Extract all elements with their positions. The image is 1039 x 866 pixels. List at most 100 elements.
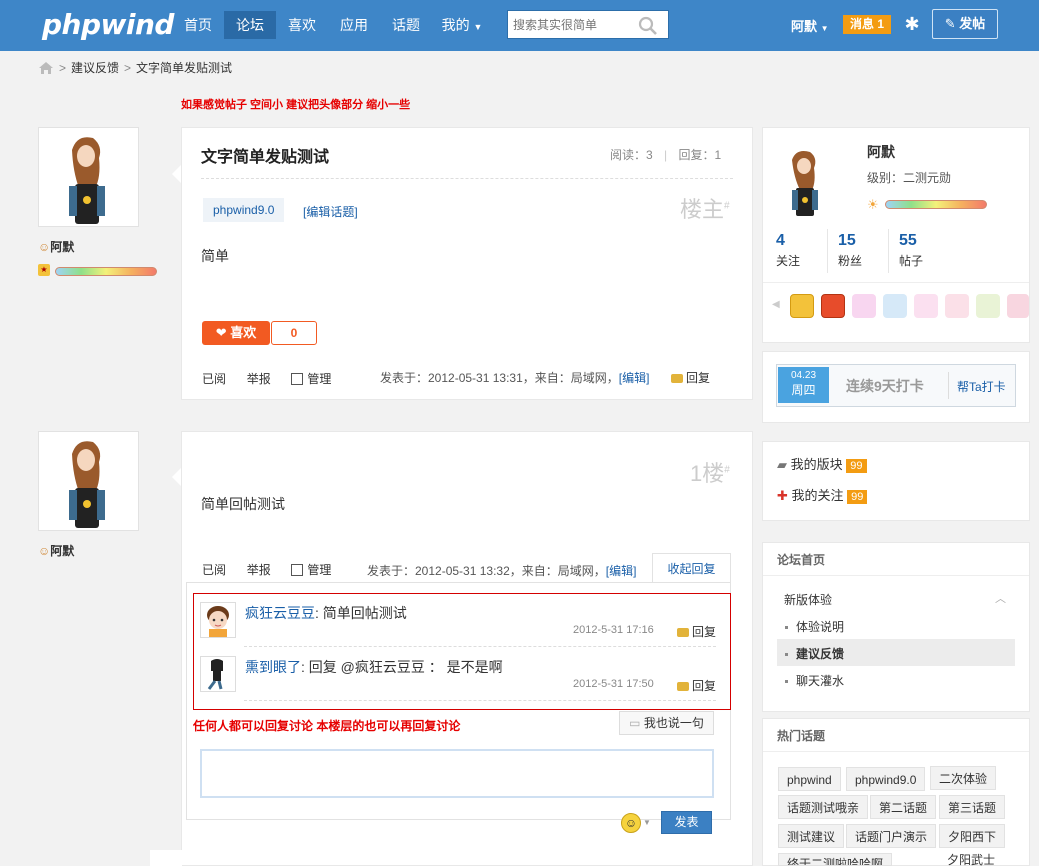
hot-topic-tag[interactable]: phpwind9.0 [846, 767, 926, 791]
comment-2: 熏到眼了: 回复 @疯狂云豆豆 ： 是不是啊 [245, 659, 503, 675]
checkin-divider [948, 372, 949, 399]
author-avatar-2[interactable] [38, 431, 139, 531]
medal-crown-icon[interactable] [914, 294, 938, 318]
notice-top: 如果感觉帖子 空间小 建议把头像部分 缩小一些 [181, 99, 411, 111]
post-content-2: 简单回帖测试 [201, 496, 285, 512]
nav-forum[interactable]: 论坛 [224, 11, 276, 39]
avatar-illustration [69, 441, 105, 528]
my-follows-label: 我的关注 [791, 488, 844, 503]
like-count: 0 [271, 321, 317, 345]
nav-likes[interactable]: 喜欢 [276, 11, 328, 39]
comment-avatar[interactable] [200, 602, 236, 638]
author-name-2[interactable]: ☺阿默 [38, 542, 74, 559]
author-avatar[interactable] [38, 127, 139, 227]
hot-topic-tag[interactable]: 话题门户演示 [846, 824, 937, 848]
comment-avatar[interactable] [200, 656, 236, 692]
nav-home[interactable]: 首页 [172, 11, 224, 39]
profile-avatar[interactable] [776, 146, 836, 218]
collapse-replies-tab[interactable]: 收起回复 [652, 553, 731, 583]
forum-item-intro[interactable]: 体验说明 [785, 618, 844, 635]
medal-smile-icon[interactable] [976, 294, 1000, 318]
checkin-weekday: 周四 [791, 383, 816, 397]
nav-topics[interactable]: 话题 [380, 11, 432, 39]
submit-reply-button[interactable]: 发表 [661, 811, 712, 834]
chevron-down-icon: ▼ [473, 22, 483, 32]
stat-fans[interactable]: 15 粉丝 [838, 232, 862, 269]
comment-user[interactable]: 疯狂云豆豆 [245, 605, 315, 621]
chevron-left-icon[interactable]: ◀ [772, 299, 780, 310]
forum-nav-title[interactable]: 论坛首页 [777, 551, 825, 568]
profile-name[interactable]: 阿默 [867, 142, 895, 162]
my-boards-link[interactable]: ▰ 我的版块 99 [777, 454, 867, 473]
medal-gift-icon[interactable] [1007, 294, 1029, 318]
search-icon[interactable] [638, 16, 658, 36]
level-icon: ★ [38, 264, 50, 276]
chevron-up-icon[interactable]: ︿ [995, 590, 1006, 606]
hot-topic-tag[interactable]: phpwind [778, 767, 841, 791]
manage-checkbox[interactable] [291, 373, 304, 385]
comment-reply-button[interactable]: 回复 [677, 623, 716, 640]
new-post-button[interactable]: ✎ 发帖 [932, 9, 998, 39]
site-logo[interactable]: phpwind [42, 8, 174, 41]
report-button[interactable]: 举报 [247, 563, 271, 577]
search-input[interactable] [513, 16, 633, 34]
hot-topic-tag[interactable]: 夕阳武士 [947, 851, 995, 866]
like-button[interactable]: ❤ 喜欢 [202, 321, 270, 345]
emoji-icon[interactable]: ☺ [621, 813, 641, 833]
reply-textarea[interactable] [200, 749, 714, 798]
comment-user[interactable]: 熏到眼了 [245, 659, 301, 675]
medal-heart-icon[interactable] [945, 294, 969, 318]
say-something-label: 我也说一句 [643, 716, 704, 730]
hot-topic-tag[interactable]: 终于二测啦哈哈啊 [778, 853, 893, 866]
edit-post-link[interactable]: [编辑] [619, 371, 650, 385]
medal-star-blue-icon[interactable] [883, 294, 907, 318]
hot-topic-tag[interactable]: 二次体验 [930, 766, 997, 790]
say-something-button[interactable]: ▭ 我也说一句 [619, 711, 714, 735]
medal-star-icon[interactable] [852, 294, 876, 318]
stat-following[interactable]: 4 关注 [776, 232, 800, 269]
hot-topic-tag[interactable]: 第二话题 [870, 795, 937, 819]
gear-icon[interactable]: ✱ [902, 14, 922, 34]
report-button[interactable]: 举报 [247, 372, 271, 386]
forum-item-chat[interactable]: 聊天灌水 [785, 672, 844, 689]
topic-tag[interactable]: phpwind9.0 [203, 198, 285, 222]
nav-mine[interactable]: 我的 ▼ [432, 11, 492, 39]
floor-label: 楼主# [680, 197, 730, 222]
breadcrumb-forum[interactable]: 建议反馈 [71, 59, 119, 76]
edit-post-link[interactable]: [编辑] [606, 564, 637, 578]
forum-item-feedback[interactable]: 建议反馈 [785, 645, 844, 662]
comment-time: 2012-5-31 17:16 [573, 624, 654, 636]
hot-topic-tag[interactable]: 测试建议 [778, 824, 845, 848]
hot-topic-tag[interactable]: 话题测试哦亲 [778, 795, 869, 819]
post-meta-2: 发表于：2012-05-31 13:32，来自：局域网，[编辑] [367, 562, 636, 579]
help-checkin-button[interactable]: 帮Ta打卡 [957, 378, 1006, 395]
nav-apps[interactable]: 应用 [328, 11, 380, 39]
hot-topic-tag[interactable]: 夕阳西下 [939, 824, 1006, 848]
breadcrumb-thread[interactable]: 文字简单发贴测试 [136, 59, 232, 76]
edit-topic-link[interactable]: [编辑话题] [303, 203, 358, 220]
home-icon[interactable] [38, 61, 54, 75]
post-actions-2: 已阅 举报 管理 [202, 561, 331, 578]
user-menu[interactable]: 阿默 ▼ [791, 16, 829, 35]
reply-button[interactable]: 回复 [671, 369, 710, 386]
hot-topic-tag[interactable]: 第三话题 [939, 795, 1006, 819]
author-name[interactable]: ☺阿默 [38, 238, 74, 255]
speech-bubble-icon: ▭ [629, 716, 641, 730]
mark-read-button[interactable]: 已阅 [202, 372, 226, 386]
forum-group-new[interactable]: 新版体验 [784, 591, 832, 608]
stat-divider [888, 229, 889, 273]
my-follows-link[interactable]: ✚ 我的关注 99 [777, 485, 868, 504]
comment-reply-button[interactable]: 回复 [677, 677, 716, 694]
mark-read-button[interactable]: 已阅 [202, 563, 226, 577]
my-follows-count: 99 [847, 490, 868, 504]
post-pointer [172, 165, 181, 183]
messages-badge[interactable]: 消息 1 [843, 15, 891, 34]
medal-house-icon[interactable] [790, 294, 814, 318]
medal-sofa-icon[interactable] [821, 294, 845, 318]
checkin-date-value: 04.23 [790, 370, 817, 381]
author-level-bar [55, 267, 157, 276]
manage-checkbox[interactable] [291, 564, 304, 576]
chevron-right-icon: > [124, 60, 132, 75]
stat-posts[interactable]: 55 帖子 [899, 232, 923, 269]
chevron-down-icon[interactable]: ▼ [643, 818, 651, 827]
